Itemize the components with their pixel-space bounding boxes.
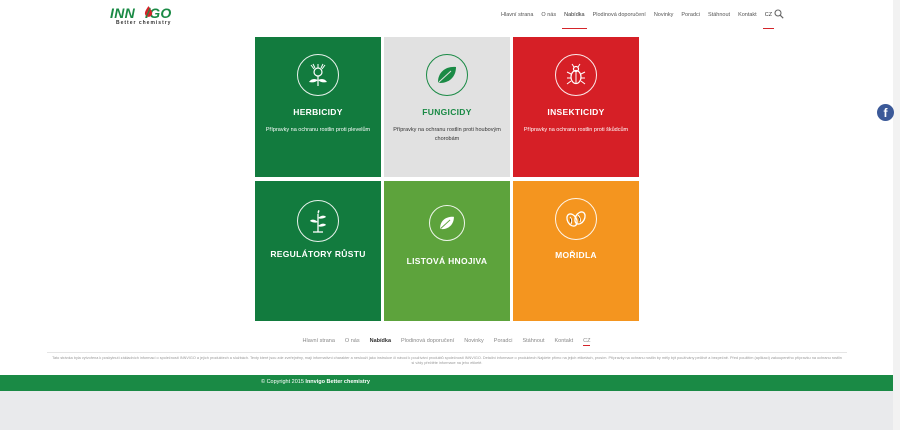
logo-tagline: Better chemistry xyxy=(116,20,172,26)
nav-item-contact[interactable]: Kontakt xyxy=(734,1,761,29)
page-bottom xyxy=(0,391,893,430)
main-nav: Hlavní strana O nás Nabídka Plodinová do… xyxy=(497,0,776,30)
tile-title: INSEKTICIDY xyxy=(547,107,605,117)
nav-item-crop-recommendations[interactable]: Plodinová doporučení xyxy=(589,1,650,29)
disclaimer: Tato stránka byla vytvořena k poskytnutí… xyxy=(47,356,847,366)
tile-description: Přípravky na ochranu rostlin proti houbo… xyxy=(393,127,501,142)
thistle-icon xyxy=(297,54,339,96)
nav-item-download[interactable]: Stáhnout xyxy=(704,1,734,29)
beetle-icon xyxy=(555,54,597,96)
logo-wordmark: INN IGO xyxy=(110,5,172,21)
seeds-icon xyxy=(555,198,597,240)
search-icon[interactable] xyxy=(774,9,784,19)
footer-nav-language[interactable]: CZ xyxy=(578,338,595,346)
footer-nav-news[interactable]: Novinky xyxy=(459,338,489,344)
leaf-icon xyxy=(429,205,465,241)
tile-foliar-fertilizers[interactable]: LISTOVÁ HNOJIVA xyxy=(384,181,510,321)
footer-divider xyxy=(47,352,847,353)
tile-title: FUNGICIDY xyxy=(422,107,472,117)
footer-nav: Hlavní strana O nás Nabídka Plodinová do… xyxy=(0,338,893,346)
footer-nav-download[interactable]: Stáhnout xyxy=(517,338,549,344)
footer-nav-home[interactable]: Hlavní strana xyxy=(298,338,340,344)
footer-nav-advisors[interactable]: Poradci xyxy=(489,338,518,344)
nav-item-offer[interactable]: Nabídka xyxy=(560,1,589,29)
tile-description: Přípravky na ochranu rostlin proti škůdc… xyxy=(523,127,629,133)
tile-description: Přípravky na ochranu rostlin proti pleve… xyxy=(265,127,371,133)
page: INN IGO Better chemistry Hlavní strana O … xyxy=(0,0,893,430)
nav-item-advisors[interactable]: Poradci xyxy=(677,1,704,29)
logo[interactable]: INN IGO Better chemistry xyxy=(110,5,190,27)
tile-title: REGULÁTORY RŮSTU xyxy=(270,249,366,259)
footer-nav-contact[interactable]: Kontakt xyxy=(549,338,578,344)
footer-nav-crop-recommendations[interactable]: Plodinová doporučení xyxy=(396,338,459,344)
footer-nav-offer[interactable]: Nabídka xyxy=(365,338,396,344)
tile-herbicides[interactable]: HERBICIDY Přípravky na ochranu rostlin p… xyxy=(255,37,381,177)
tile-fungicides[interactable]: FUNGICIDY Přípravky na ochranu rostlin p… xyxy=(384,37,510,177)
sprout-icon xyxy=(297,200,339,242)
nav-item-about[interactable]: O nás xyxy=(537,1,560,29)
copyright: © Copyright 2015 Innvigo Better chemistr… xyxy=(261,379,370,385)
tile-growth-regulators[interactable]: REGULÁTORY RŮSTU xyxy=(255,181,381,321)
disclaimer-line: si vždy přečtěte informace na jeho etike… xyxy=(411,361,483,365)
nav-item-news[interactable]: Novinky xyxy=(650,1,678,29)
tile-title: MOŘIDLA xyxy=(555,250,597,260)
tile-title: HERBICIDY xyxy=(293,107,343,117)
copyright-bar: © Copyright 2015 Innvigo Better chemistr… xyxy=(0,375,893,391)
footer-nav-about[interactable]: O nás xyxy=(340,338,365,344)
tile-title: LISTOVÁ HNOJIVA xyxy=(406,256,488,266)
tile-insecticides[interactable]: INSEKTICIDY Přípravky na ochranu rostlin… xyxy=(513,37,639,177)
nav-item-home[interactable]: Hlavní strana xyxy=(497,1,537,29)
header: INN IGO Better chemistry Hlavní strana O … xyxy=(0,0,893,30)
facebook-icon[interactable]: f xyxy=(877,104,894,121)
droplet-icon xyxy=(144,6,153,17)
tile-seed-treatments[interactable]: MOŘIDLA xyxy=(513,181,639,321)
scrollbar-gutter[interactable] xyxy=(893,0,900,430)
leaf-icon xyxy=(426,54,468,96)
